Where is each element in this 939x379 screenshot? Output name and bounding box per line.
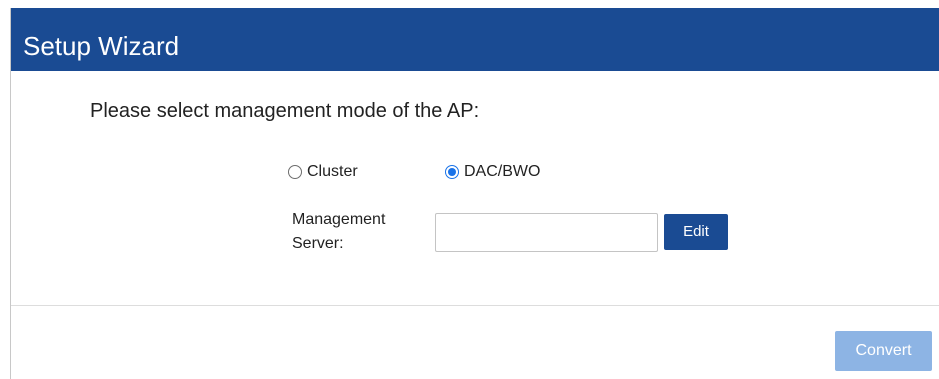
- management-server-input[interactable]: [435, 213, 658, 252]
- radio-cluster-label[interactable]: Cluster: [307, 162, 358, 182]
- radio-dac-bwo-button[interactable]: [445, 165, 459, 179]
- dialog-title: Setup Wizard: [23, 31, 180, 61]
- footer-divider: [11, 305, 939, 306]
- radio-cluster[interactable]: Cluster: [288, 162, 358, 182]
- dialog-title-bar: Setup Wizard: [11, 8, 939, 71]
- convert-button[interactable]: Convert: [835, 331, 932, 371]
- management-mode-prompt: Please select management mode of the AP:: [90, 100, 480, 122]
- radio-cluster-button[interactable]: [288, 165, 302, 179]
- management-server-label-line1: Management: [292, 211, 386, 228]
- management-server-label-line2: Server:: [292, 235, 344, 252]
- radio-dac-bwo-label[interactable]: DAC/BWO: [464, 162, 540, 182]
- edit-button[interactable]: Edit: [664, 214, 728, 250]
- radio-dac-bwo[interactable]: DAC/BWO: [445, 162, 540, 182]
- setup-wizard-dialog: Setup Wizard Please select management mo…: [10, 8, 939, 379]
- management-server-label: Management Server:: [292, 208, 412, 256]
